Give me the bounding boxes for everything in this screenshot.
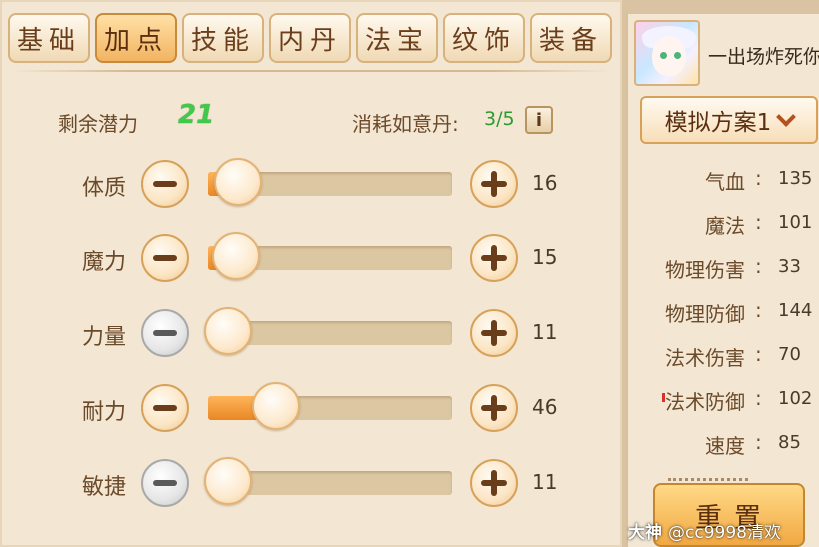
attribute-row-agility: 敏捷 11 [0, 455, 622, 515]
stat-name: 物理防御 [665, 302, 745, 326]
info-icon[interactable]: i [525, 106, 553, 134]
consume-pill-value: 3/5 [484, 108, 515, 130]
tab-treasure[interactable]: 法宝 [356, 13, 438, 63]
minus-button[interactable] [141, 459, 189, 507]
stat-row: 速度:85 [628, 430, 819, 460]
tab-divider [10, 70, 612, 72]
stat-row: 魔法:101 [628, 210, 819, 240]
plus-button[interactable] [470, 384, 518, 432]
stat-value: 144 [778, 300, 813, 321]
slider-knob[interactable] [212, 232, 260, 280]
tab-basic[interactable]: 基础 [8, 13, 90, 63]
minus-icon [153, 480, 177, 486]
attribute-row-constitution: 体质 16 [0, 156, 622, 216]
minus-button[interactable] [141, 234, 189, 282]
attribute-slider-track[interactable] [208, 396, 452, 420]
consume-pill-label: 消耗如意丹: [352, 112, 459, 136]
character-stats-panel: 一出场炸死你 模拟方案1 气血:135 魔法:101 物理伤害:33 物理防御:… [626, 14, 819, 547]
tab-equipment[interactable]: 装备 [530, 13, 612, 63]
stat-value: 135 [778, 168, 813, 189]
plus-icon [481, 470, 507, 496]
attribute-row-magic: 魔力 15 [0, 230, 622, 290]
stat-row: 物理伤害:33 [628, 254, 819, 284]
attribute-name: 力量 [82, 325, 127, 350]
attribute-panel: 基础 加点 技能 内丹 法宝 纹饰 装备 剩余潜力 21 消耗如意丹: 3/5 … [0, 0, 622, 547]
plus-icon [481, 171, 507, 197]
stat-name: 法术伤害 [665, 346, 745, 370]
attribute-value: 15 [532, 245, 558, 269]
stat-name: 气血 [705, 170, 745, 194]
minus-icon [153, 181, 177, 187]
attribute-value: 11 [532, 320, 558, 344]
stat-colon: : [755, 342, 762, 366]
stat-row: 法术防御:102 [628, 386, 819, 416]
stat-name: 物理伤害 [665, 258, 745, 282]
minus-button[interactable] [141, 309, 189, 357]
stat-colon: : [755, 166, 762, 190]
stat-colon: : [755, 298, 762, 322]
minus-icon [153, 255, 177, 261]
remaining-potential-value: 21 [178, 100, 215, 130]
tab-ornament[interactable]: 纹饰 [443, 13, 525, 63]
stat-row: 气血:135 [628, 166, 819, 196]
stat-value: 33 [778, 256, 801, 277]
attribute-row-endurance: 耐力 46 [0, 380, 622, 440]
avatar-eye [660, 52, 667, 59]
plus-icon [481, 320, 507, 346]
attribute-row-strength: 力量 11 [0, 305, 622, 365]
player-name: 一出场炸死你 [708, 46, 819, 68]
plus-button[interactable] [470, 160, 518, 208]
tab-inner-core[interactable]: 内丹 [269, 13, 351, 63]
tab-skills[interactable]: 技能 [182, 13, 264, 63]
stat-colon: : [755, 254, 762, 278]
tab-add-points[interactable]: 加点 [95, 13, 177, 63]
avatar[interactable] [634, 20, 700, 86]
plus-icon [481, 245, 507, 271]
attribute-value: 11 [532, 470, 558, 494]
minus-icon [153, 330, 177, 336]
stat-value: 85 [778, 432, 801, 453]
stat-value: 70 [778, 344, 801, 365]
stat-row: 物理防御:144 [628, 298, 819, 328]
plus-button[interactable] [470, 459, 518, 507]
attribute-value: 16 [532, 171, 558, 195]
plus-button[interactable] [470, 234, 518, 282]
minus-button[interactable] [141, 160, 189, 208]
stat-value: 101 [778, 212, 813, 233]
plus-icon [481, 395, 507, 421]
attribute-name: 魔力 [82, 250, 127, 275]
slider-knob[interactable] [204, 457, 252, 505]
stat-row: 法术伤害:70 [628, 342, 819, 372]
red-marker [662, 393, 665, 402]
plan-label: 模拟方案1 [664, 110, 772, 136]
minus-button[interactable] [141, 384, 189, 432]
remaining-potential-label: 剩余潜力 [58, 112, 138, 136]
stat-name: 速度 [705, 434, 745, 458]
minus-icon [153, 405, 177, 411]
stat-colon: : [755, 210, 762, 234]
watermark-brand: 大神 [628, 523, 662, 543]
attribute-value: 46 [532, 395, 558, 419]
plus-button[interactable] [470, 309, 518, 357]
stat-colon: : [755, 430, 762, 454]
slider-knob[interactable] [204, 307, 252, 355]
slider-knob[interactable] [252, 382, 300, 430]
stat-name: 魔法 [705, 214, 745, 238]
avatar-eye [674, 52, 681, 59]
stat-name: 法术防御 [665, 390, 745, 414]
chevron-down-icon [776, 107, 797, 127]
stat-value: 102 [778, 388, 813, 409]
watermark-text: @cc9998清欢 [668, 523, 781, 543]
stat-colon: : [755, 386, 762, 410]
attribute-name: 耐力 [82, 400, 127, 425]
slider-knob[interactable] [214, 158, 262, 206]
plan-select-button[interactable]: 模拟方案1 [640, 96, 818, 144]
watermark: 大神 @cc9998清欢 [628, 518, 781, 543]
attribute-name: 敏捷 [82, 475, 127, 500]
attribute-name: 体质 [82, 176, 127, 201]
